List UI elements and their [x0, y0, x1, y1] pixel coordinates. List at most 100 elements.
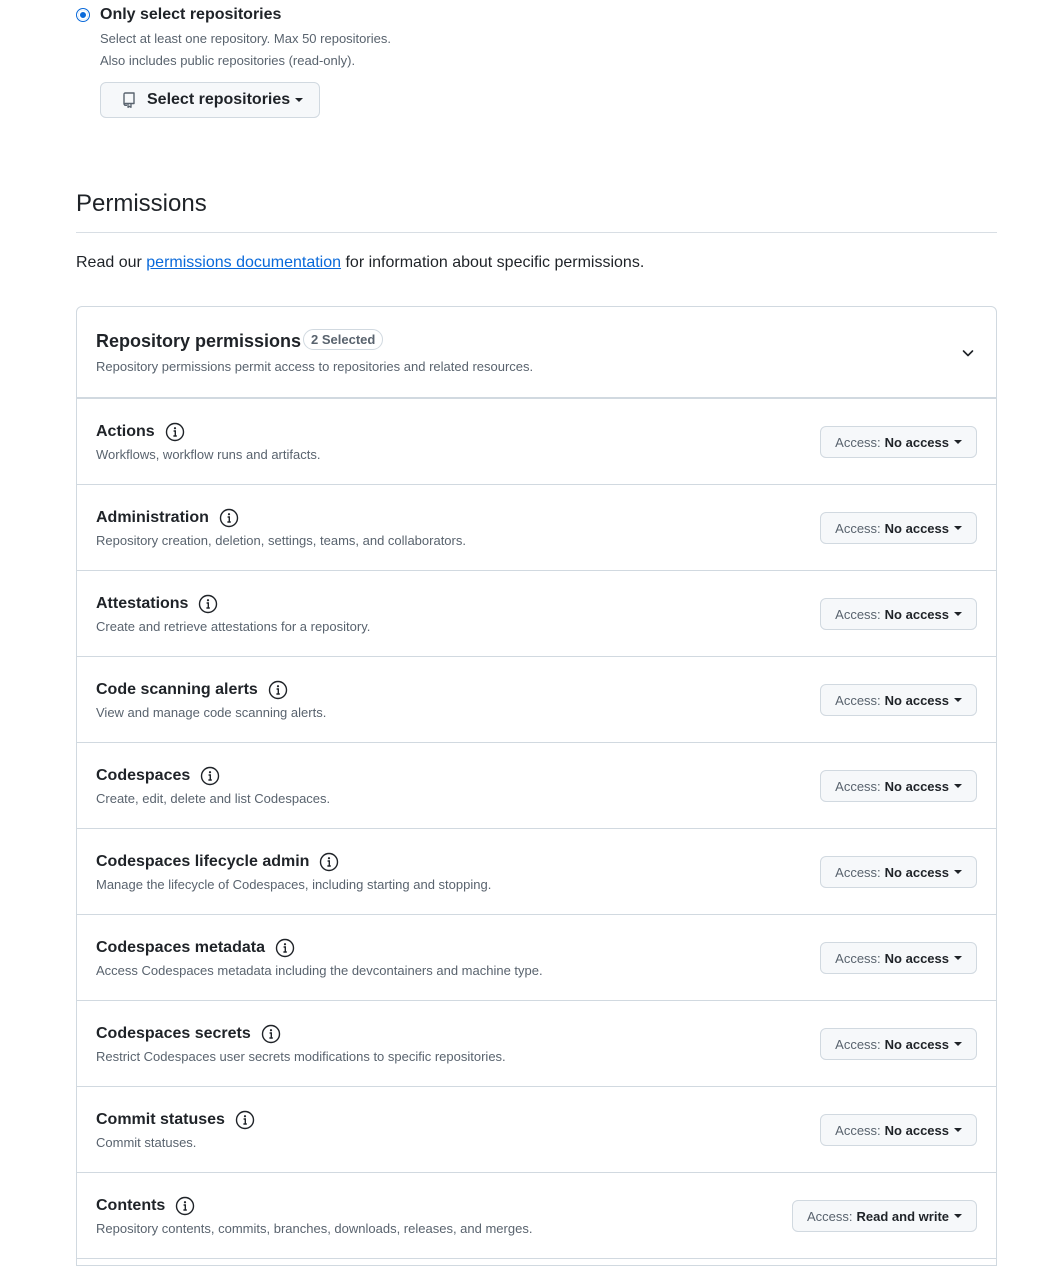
- caret-down-icon: [295, 98, 304, 102]
- permission-description: Create, edit, delete and list Codespaces…: [96, 791, 331, 806]
- repository-permissions-header[interactable]: Repository permissions 2 Selected Reposi…: [77, 307, 996, 399]
- access-label: Access:: [835, 1036, 881, 1052]
- access-dropdown-button[interactable]: Access: No access: [820, 684, 977, 716]
- permission-description: Access Codespaces metadata including the…: [96, 963, 543, 978]
- info-icon[interactable]: [319, 852, 339, 872]
- permission-name: Administration: [96, 509, 209, 526]
- access-value: No access: [884, 1036, 949, 1052]
- access-value: No access: [884, 778, 949, 794]
- radio-label: Only select repositories: [100, 6, 282, 23]
- access-dropdown-button[interactable]: Access: No access: [820, 426, 977, 458]
- permission-name: Commit statuses: [96, 1111, 225, 1128]
- caret-down-icon: [954, 870, 962, 874]
- divider: [76, 232, 997, 233]
- repository-permissions-description: Repository permissions permit access to …: [96, 359, 534, 374]
- radio-description-limit: Select at least one repository. Max 50 r…: [100, 31, 391, 46]
- permission-description: Repository contents, commits, branches, …: [96, 1221, 533, 1236]
- access-dropdown-button[interactable]: Access: No access: [820, 942, 977, 974]
- permission-title: Code scanning alerts: [96, 680, 288, 700]
- selected-count-badge: 2 Selected: [303, 329, 384, 350]
- access-label: Access:: [835, 606, 881, 622]
- permission-title: Contents: [96, 1196, 195, 1216]
- permission-description: View and manage code scanning alerts.: [96, 705, 327, 720]
- permission-row: Codespaces metadata Access Codespaces met…: [77, 915, 996, 1001]
- access-dropdown-button[interactable]: Access: Read and write: [792, 1200, 977, 1232]
- permission-row: Actions Workflows, workflow runs and arti…: [77, 399, 996, 485]
- permission-title: Actions: [96, 422, 185, 442]
- permission-title: Administration: [96, 508, 239, 528]
- permission-description: Repository creation, deletion, settings,…: [96, 533, 466, 548]
- permissions-documentation-link[interactable]: permissions documentation: [146, 254, 341, 271]
- info-icon[interactable]: [198, 594, 218, 614]
- repository-permissions-title: Repository permissions: [96, 331, 302, 351]
- access-label: Access:: [835, 950, 881, 966]
- info-icon[interactable]: [261, 1024, 281, 1044]
- permission-name: Actions: [96, 423, 155, 440]
- permission-name: Codespaces: [96, 767, 191, 784]
- access-label: Access:: [835, 1122, 881, 1138]
- access-label: Access:: [835, 692, 881, 708]
- permission-row: Contents Repository contents, commits, br…: [77, 1173, 996, 1259]
- access-label: Access:: [807, 1208, 853, 1224]
- access-dropdown-button[interactable]: Access: No access: [820, 770, 977, 802]
- select-repositories-label: Select repositories: [147, 91, 291, 108]
- permission-title: Attestations: [96, 594, 218, 614]
- info-icon[interactable]: [200, 766, 220, 786]
- access-label: Access:: [835, 520, 881, 536]
- caret-down-icon: [954, 1214, 962, 1218]
- info-icon[interactable]: [219, 508, 239, 528]
- radio-button-selected[interactable]: [76, 8, 90, 22]
- permission-name: Code scanning alerts: [96, 681, 258, 698]
- caret-down-icon: [954, 784, 962, 788]
- caret-down-icon: [954, 440, 962, 444]
- select-repositories-button[interactable]: Select repositories: [100, 82, 320, 118]
- permission-row: Commit statuses Commit statuses. Access: No…: [77, 1087, 996, 1173]
- intro-text-after: for information about specific permissio…: [341, 254, 645, 271]
- info-icon[interactable]: [268, 680, 288, 700]
- permission-description: Restrict Codespaces user secrets modific…: [96, 1049, 506, 1064]
- permission-description: Manage the lifecycle of Codespaces, incl…: [96, 877, 492, 892]
- access-value: No access: [884, 606, 949, 622]
- access-dropdown-button[interactable]: Access: No access: [820, 856, 977, 888]
- radio-description-public: Also includes public repositories (read-…: [100, 53, 356, 68]
- permission-title: Codespaces metadata: [96, 938, 295, 958]
- permission-title: Codespaces secrets: [96, 1024, 281, 1044]
- caret-down-icon: [954, 612, 962, 616]
- access-value: No access: [884, 864, 949, 880]
- permission-list: Actions Workflows, workflow runs and arti…: [77, 399, 996, 1259]
- caret-down-icon: [954, 956, 962, 960]
- info-icon[interactable]: [235, 1110, 255, 1130]
- permission-row: Codespaces secrets Restrict Codespaces us…: [77, 1001, 996, 1087]
- info-icon[interactable]: [175, 1196, 195, 1216]
- caret-down-icon: [954, 1042, 962, 1046]
- access-dropdown-button[interactable]: Access: No access: [820, 1114, 977, 1146]
- info-icon[interactable]: [165, 422, 185, 442]
- caret-down-icon: [954, 698, 962, 702]
- repo-icon: [123, 92, 135, 108]
- access-value: No access: [884, 520, 949, 536]
- permissions-heading: Permissions: [76, 190, 207, 217]
- permission-row: Attestations Create and retrieve attestat…: [77, 571, 996, 657]
- access-value: Read and write: [856, 1208, 949, 1224]
- permission-row: Codespaces Create, edit, delete and list …: [77, 743, 996, 829]
- permission-name: Codespaces metadata: [96, 939, 265, 956]
- permission-description: Commit statuses.: [96, 1135, 197, 1150]
- chevron-down-icon[interactable]: [960, 345, 976, 361]
- access-value: No access: [884, 1122, 949, 1138]
- access-value: No access: [884, 950, 949, 966]
- permission-row: Codespaces lifecycle admin Manage the lif…: [77, 829, 996, 915]
- permission-row: Code scanning alerts View and manage code…: [77, 657, 996, 743]
- caret-down-icon: [954, 526, 962, 530]
- info-icon[interactable]: [275, 938, 295, 958]
- access-dropdown-button[interactable]: Access: No access: [820, 1028, 977, 1060]
- access-dropdown-button[interactable]: Access: No access: [820, 512, 977, 544]
- access-label: Access:: [835, 778, 881, 794]
- permission-name: Codespaces secrets: [96, 1025, 251, 1042]
- access-label: Access:: [835, 434, 881, 450]
- only-select-repositories-option[interactable]: Only select repositories: [76, 6, 281, 24]
- access-dropdown-button[interactable]: Access: No access: [820, 598, 977, 630]
- access-value: No access: [884, 434, 949, 450]
- permission-description: Create and retrieve attestations for a r…: [96, 619, 371, 634]
- access-label: Access:: [835, 864, 881, 880]
- permission-title: Codespaces: [96, 766, 220, 786]
